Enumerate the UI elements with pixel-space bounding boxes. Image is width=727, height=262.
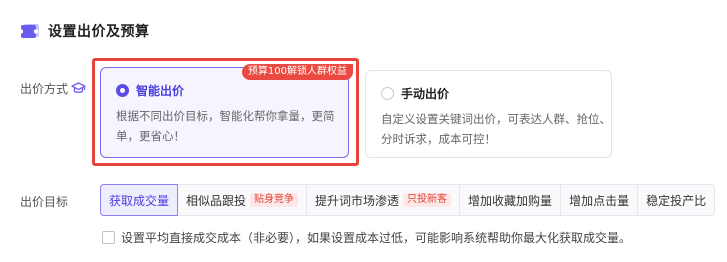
avg-cost-option[interactable]: 设置平均直接成交成本（非必要），如果设置成本过低，可能影响系统帮助你最大化获取成… bbox=[102, 229, 631, 246]
tab-conversion-volume[interactable]: 获取成交量 bbox=[100, 184, 179, 216]
bid-method-label-row: 出价方式 bbox=[20, 80, 86, 97]
tab-keyword-penetration[interactable]: 提升词市场渗透 只投新客 bbox=[307, 185, 461, 215]
bid-method-label: 出价方式 bbox=[20, 82, 69, 96]
budget-unlock-badge: 预算100解锁人群权益 bbox=[241, 64, 353, 80]
avg-cost-checkbox[interactable] bbox=[102, 231, 115, 244]
graduation-cap-icon[interactable] bbox=[70, 81, 86, 97]
bid-goal-label: 出价目标 bbox=[20, 195, 69, 209]
bid-goal-label-row: 出价目标 bbox=[20, 193, 68, 210]
avg-cost-text: 设置平均直接成交成本（非必要），如果设置成本过低，可能影响系统帮助你最大化获取成… bbox=[121, 231, 632, 245]
highlight-frame: 预算100解锁人群权益 bbox=[92, 58, 359, 166]
ticket-icon bbox=[20, 22, 40, 40]
tab-label: 相似品跟投 bbox=[186, 193, 247, 208]
new-customers-badge: 只投新客 bbox=[403, 193, 452, 207]
tab-label: 获取成交量 bbox=[109, 193, 170, 208]
manual-bid-title: 手动出价 bbox=[401, 87, 450, 101]
manual-bid-desc: 自定义设置关键词出价，可表达人群、抢位、分时诉求，成本可控！ bbox=[381, 112, 611, 146]
tab-clicks[interactable]: 增加点击量 bbox=[561, 185, 639, 215]
bid-goal-tabs: 获取成交量 相似品跟投 贴身竞争 提升词市场渗透 只投新客 增加收藏加购量 增加… bbox=[100, 184, 716, 216]
manual-bid-option[interactable]: 手动出价 bbox=[381, 85, 449, 102]
section-header: 设置出价及预算 bbox=[20, 20, 150, 42]
close-competition-badge: 贴身竞争 bbox=[250, 193, 299, 207]
tab-similar-item-follow[interactable]: 相似品跟投 贴身竞争 bbox=[178, 185, 308, 215]
section-title: 设置出价及预算 bbox=[48, 24, 150, 40]
tab-label: 增加点击量 bbox=[569, 193, 630, 208]
manual-bid-card[interactable]: 手动出价 自定义设置关键词出价，可表达人群、抢位、分时诉求，成本可控！ bbox=[365, 70, 612, 158]
tab-stable-roi[interactable]: 稳定投产比 bbox=[638, 185, 714, 215]
tab-label: 稳定投产比 bbox=[646, 193, 707, 208]
tab-label: 增加收藏加购量 bbox=[468, 193, 553, 208]
manual-bid-radio[interactable] bbox=[381, 87, 394, 100]
tab-label: 提升词市场渗透 bbox=[315, 193, 400, 208]
tab-favorites-cart[interactable]: 增加收藏加购量 bbox=[460, 185, 562, 215]
